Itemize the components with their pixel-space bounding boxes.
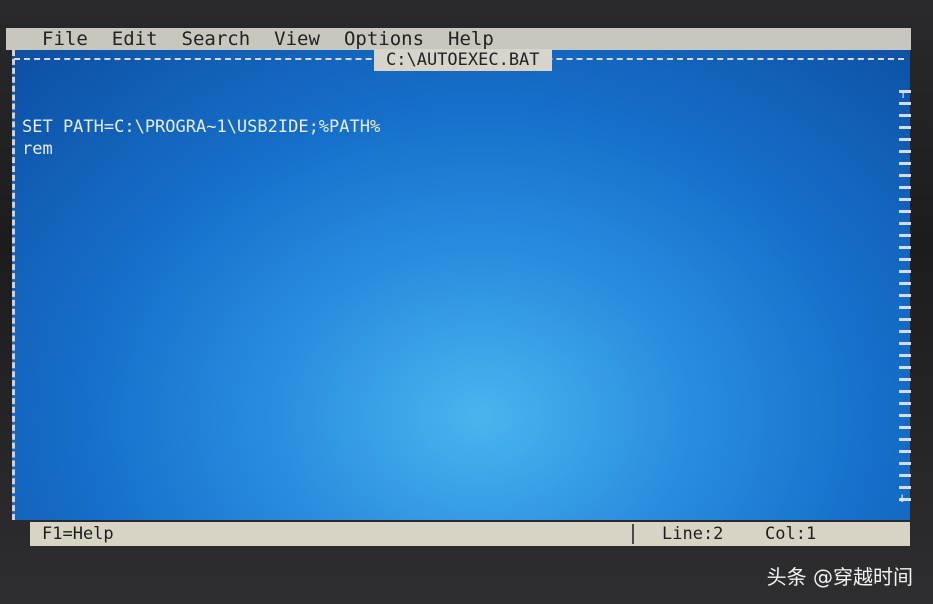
document-title: C:\AUTOEXEC.BAT: [374, 49, 552, 71]
menu-help[interactable]: Help: [436, 28, 506, 50]
menu-bar: File Edit Search View Options Help: [6, 28, 911, 50]
menu-options[interactable]: Options: [332, 28, 436, 50]
help-hint: F1=Help: [42, 524, 114, 544]
menu-search[interactable]: Search: [170, 28, 263, 50]
line-indicator: Line:2: [662, 524, 724, 544]
dos-editor-screen: File Edit Search View Options Help C:\AU…: [0, 22, 933, 552]
down-arrow-icon[interactable]: ↓: [898, 490, 906, 506]
vertical-scrollbar[interactable]: [899, 90, 911, 504]
text-line: rem: [22, 139, 53, 159]
column-indicator: Col:1: [765, 524, 817, 544]
menu-edit[interactable]: Edit: [100, 28, 170, 50]
up-arrow-icon[interactable]: ↑: [899, 86, 907, 102]
menu-view[interactable]: View: [262, 28, 332, 50]
menu-file[interactable]: File: [6, 28, 100, 50]
text-content[interactable]: SET PATH=C:\PROGRA~1\USB2IDE;%PATH% rem: [22, 116, 380, 160]
status-separator: [632, 524, 634, 544]
text-line: SET PATH=C:\PROGRA~1\USB2IDE;%PATH%: [22, 117, 381, 137]
watermark: 头条 @穿越时间: [766, 565, 913, 589]
status-bar: F1=Help Line:2 Col:1: [30, 522, 910, 546]
